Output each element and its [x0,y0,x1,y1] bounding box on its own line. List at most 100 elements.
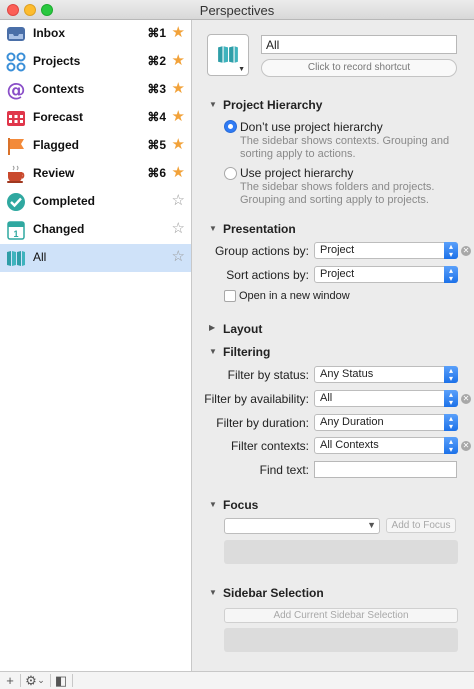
sidebar-item-changed[interactable]: 1 Changed ☆ [0,216,191,244]
popup-value: All [320,392,333,404]
perspectives-sidebar: Inbox ⌘1 ★ Projects ⌘2 ★ @ Contexts ⌘3 ★… [0,20,192,671]
popup-value: All Contexts [320,439,379,451]
filter-duration-popup[interactable]: Any Duration ▴ ▾ [314,414,458,431]
group-by-label: Group actions by: [214,244,309,258]
sidebar-item-label: All [33,250,47,264]
disclosure-triangle-expanded-icon[interactable]: ▼ [209,224,219,233]
popup-value: Project [320,268,355,280]
star-icon[interactable]: ★ [172,107,185,127]
find-text-input[interactable] [314,461,457,478]
clear-icon[interactable]: ✕ [461,441,471,451]
divider [72,674,73,687]
all-perspective-icon [7,251,25,266]
disclosure-triangle-expanded-icon[interactable]: ▼ [209,100,219,109]
disclosure-triangle-expanded-icon[interactable]: ▼ [209,588,219,597]
section-layout[interactable]: Layout [223,322,262,336]
filter-status-label: Filter by status: [227,368,309,382]
radio-label: Don’t use project hierarchy [240,120,383,134]
chevron-down-icon: ▼ [238,66,245,73]
radio-use-hierarchy[interactable] [224,167,237,180]
focus-popup[interactable]: ▼ [224,518,380,534]
sort-by-popup[interactable]: Project ▴ ▾ [314,266,458,283]
review-icon [7,165,25,183]
shortcut-label: ⌘1 [147,26,166,40]
clear-icon[interactable]: ✕ [461,394,471,404]
shortcut-label: ⌘4 [147,110,166,124]
chevron-down-icon[interactable]: ⌄ [37,673,45,688]
projects-icon [6,52,26,72]
find-text-label: Find text: [259,463,309,477]
star-outline-icon[interactable]: ☆ [172,191,185,211]
title-bar: Perspectives [0,0,474,20]
section-filtering: Filtering [223,345,271,359]
section-focus: Focus [223,498,259,512]
divider [20,674,21,687]
star-icon[interactable]: ★ [172,23,185,43]
group-by-popup[interactable]: Project ▴ ▾ [314,242,458,259]
star-icon[interactable]: ★ [172,135,185,155]
filter-contexts-popup[interactable]: All Contexts ▴ ▾ [314,437,458,454]
perspective-editor: ▼ All Click to record shortcut ▼ Project… [193,20,474,671]
filter-availability-label: Filter by availability: [204,392,309,406]
popup-value: Any Duration [320,416,384,428]
open-new-window-label: Open in a new window [239,290,350,302]
radio-no-hierarchy[interactable] [224,120,237,133]
divider [50,674,51,687]
forecast-icon [7,111,25,126]
contexts-icon: @ [7,80,26,100]
sidebar-item-review[interactable]: Review ⌘6 ★ [0,160,191,188]
star-icon[interactable]: ★ [172,79,185,99]
sort-by-label: Sort actions by: [226,268,309,282]
sidebar-toggle-icon[interactable]: ◧ [54,673,68,688]
sidebar-item-contexts[interactable]: @ Contexts ⌘3 ★ [0,76,191,104]
star-icon[interactable]: ★ [172,51,185,71]
sidebar-item-label: Contexts [33,82,85,96]
filter-status-popup[interactable]: Any Status ▴ ▾ [314,366,458,383]
svg-text:@: @ [7,80,26,100]
sidebar-item-label: Review [33,166,75,180]
sidebar-item-label: Flagged [33,138,80,152]
chevron-down-icon: ▼ [367,520,376,530]
updown-arrows-icon: ▴ ▾ [444,414,458,431]
sidebar-item-flagged[interactable]: Flagged ⌘5 ★ [0,132,191,160]
disclosure-triangle-expanded-icon[interactable]: ▼ [209,347,219,356]
all-perspective-icon [218,46,238,63]
sidebar-item-completed[interactable]: Completed ☆ [0,188,191,216]
star-outline-icon[interactable]: ☆ [172,247,185,267]
updown-arrows-icon: ▴ ▾ [444,437,458,454]
record-shortcut-button[interactable]: Click to record shortcut [261,59,457,77]
updown-arrows-icon: ▴ ▾ [444,366,458,383]
add-icon[interactable]: + [4,673,16,688]
sidebar-item-label: Changed [33,222,85,236]
svg-text:1: 1 [13,229,18,239]
filter-contexts-label: Filter contexts: [230,439,309,453]
focus-list [224,540,458,564]
add-to-focus-button[interactable]: Add to Focus [386,518,456,533]
sidebar-item-label: Inbox [33,26,65,40]
section-presentation: Presentation [223,222,296,236]
gear-icon[interactable]: ⚙ [24,673,38,688]
section-project-hierarchy: Project Hierarchy [223,98,323,112]
disclosure-triangle-collapsed-icon[interactable]: ▶ [209,323,219,332]
filter-duration-label: Filter by duration: [216,416,309,430]
completed-icon [7,193,25,211]
perspective-icon-picker[interactable]: ▼ [207,34,249,76]
radio-description: The sidebar shows folders and projects. … [240,181,435,206]
sidebar-item-all[interactable]: All ☆ [0,244,191,272]
star-icon[interactable]: ★ [172,163,185,183]
clear-icon[interactable]: ✕ [461,246,471,256]
radio-description: The sidebar shows contexts. Grouping and… [240,135,450,160]
shortcut-label: ⌘6 [147,166,166,180]
filter-availability-popup[interactable]: All ▴ ▾ [314,390,458,407]
disclosure-triangle-expanded-icon[interactable]: ▼ [209,500,219,509]
open-new-window-checkbox[interactable] [224,290,236,302]
perspective-name-field[interactable]: All [261,35,457,54]
inbox-icon [7,27,25,41]
updown-arrows-icon: ▴ ▾ [444,242,458,259]
popup-value: Any Status [320,368,374,380]
sidebar-item-projects[interactable]: Projects ⌘2 ★ [0,48,191,76]
sidebar-item-forecast[interactable]: Forecast ⌘4 ★ [0,104,191,132]
star-outline-icon[interactable]: ☆ [172,219,185,239]
add-sidebar-selection-button[interactable]: Add Current Sidebar Selection [224,608,458,623]
sidebar-item-inbox[interactable]: Inbox ⌘1 ★ [0,20,191,48]
